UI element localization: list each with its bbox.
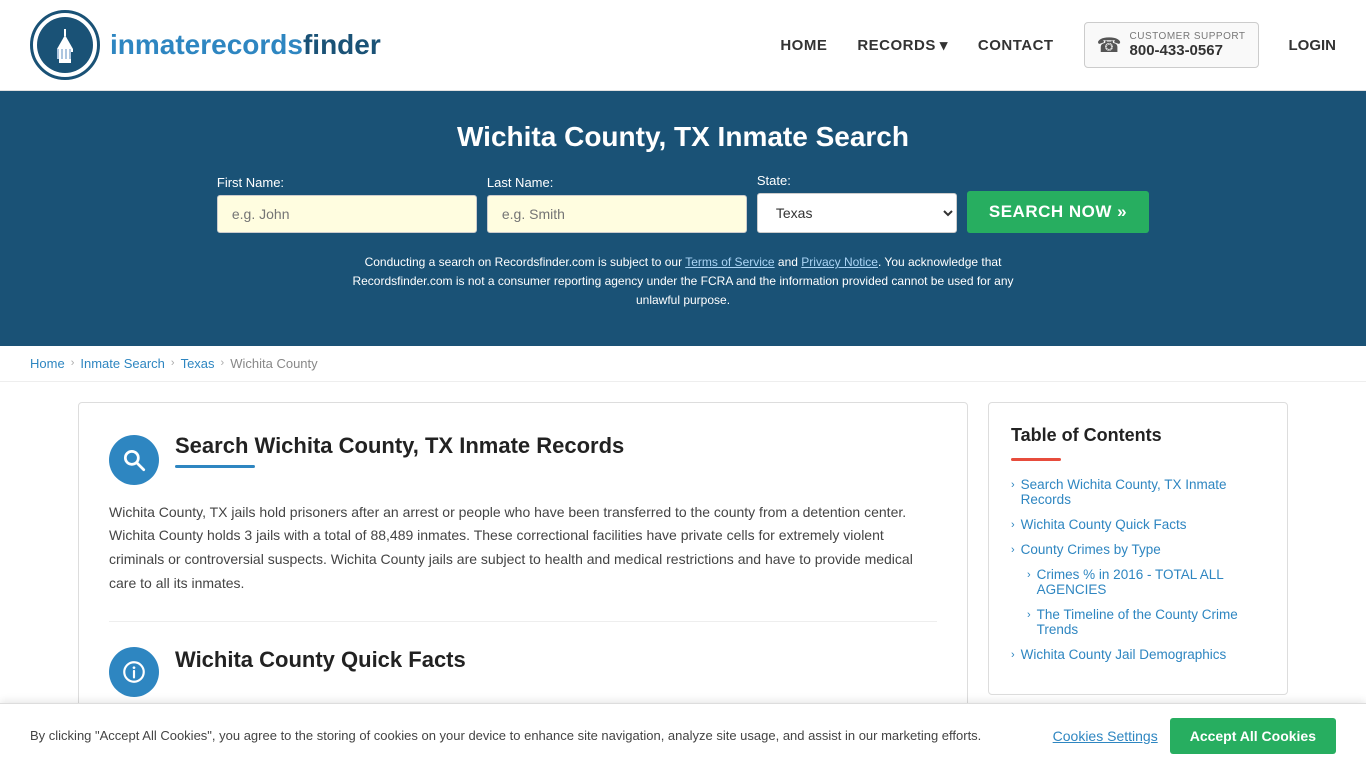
toc-item-3: › County Crimes by Type bbox=[1011, 542, 1265, 557]
breadcrumb-sep-3: › bbox=[221, 357, 225, 369]
main-nav: HOME RECORDS ▾ CONTACT ☎ CUSTOMER SUPPOR… bbox=[780, 22, 1336, 68]
state-group: State: Texas bbox=[757, 173, 957, 233]
first-name-input[interactable] bbox=[217, 195, 477, 233]
breadcrumb: Home › Inmate Search › Texas › Wichita C… bbox=[0, 346, 1366, 382]
terms-link[interactable]: Terms of Service bbox=[685, 255, 774, 269]
state-select[interactable]: Texas bbox=[757, 193, 957, 233]
state-label: State: bbox=[757, 173, 791, 188]
logo-icon bbox=[30, 10, 100, 80]
info-icon bbox=[121, 659, 147, 685]
breadcrumb-sep-2: › bbox=[171, 357, 175, 369]
section2-header: Wichita County Quick Facts bbox=[109, 647, 937, 697]
chevron-right-icon: › bbox=[1011, 479, 1015, 491]
chevron-right-icon: › bbox=[1011, 649, 1015, 661]
title-underline bbox=[175, 465, 255, 468]
toc-item-1: › Search Wichita County, TX Inmate Recor… bbox=[1011, 477, 1265, 507]
toc-title: Table of Contents bbox=[1011, 425, 1265, 446]
cookie-actions: Cookies Settings Accept All Cookies bbox=[1053, 718, 1336, 754]
right-sidebar: Table of Contents › Search Wichita Count… bbox=[988, 402, 1288, 695]
site-header: inmaterecordsfinder HOME RECORDS ▾ CONTA… bbox=[0, 0, 1366, 91]
search-form: First Name: Last Name: State: Texas SEAR… bbox=[20, 173, 1346, 233]
breadcrumb-wichita: Wichita County bbox=[230, 356, 317, 371]
last-name-label: Last Name: bbox=[487, 175, 553, 190]
chevron-right-icon: › bbox=[1027, 569, 1031, 581]
toc-link-3[interactable]: › County Crimes by Type bbox=[1011, 542, 1265, 557]
cookie-banner: By clicking "Accept All Cookies", you ag… bbox=[0, 703, 1366, 768]
breadcrumb-home[interactable]: Home bbox=[30, 356, 65, 371]
cookie-settings-button[interactable]: Cookies Settings bbox=[1053, 728, 1158, 744]
privacy-link[interactable]: Privacy Notice bbox=[801, 255, 878, 269]
breadcrumb-texas[interactable]: Texas bbox=[181, 356, 215, 371]
toc-link-4[interactable]: › Crimes % in 2016 - TOTAL ALL AGENCIES bbox=[1027, 567, 1265, 597]
hero-disclaimer: Conducting a search on Recordsfinder.com… bbox=[333, 253, 1033, 311]
support-label: CUSTOMER SUPPORT bbox=[1130, 31, 1246, 42]
last-name-input[interactable] bbox=[487, 195, 747, 233]
section2-title: Wichita County Quick Facts bbox=[175, 647, 466, 673]
section1-body: Wichita County, TX jails hold prisoners … bbox=[109, 501, 937, 596]
toc-link-6[interactable]: › Wichita County Jail Demographics bbox=[1011, 647, 1265, 662]
toc-underline bbox=[1011, 458, 1061, 461]
chevron-right-icon: › bbox=[1027, 609, 1031, 621]
first-name-group: First Name: bbox=[217, 175, 477, 233]
section1-header: Search Wichita County, TX Inmate Records bbox=[109, 433, 937, 485]
cookie-text: By clicking "Accept All Cookies", you ag… bbox=[30, 726, 1033, 746]
search-icon-circle bbox=[109, 435, 159, 485]
nav-contact[interactable]: CONTACT bbox=[978, 37, 1054, 54]
logo-text: inmaterecordsfinder bbox=[110, 29, 381, 61]
section1-title-area: Search Wichita County, TX Inmate Records bbox=[175, 433, 624, 468]
first-name-label: First Name: bbox=[217, 175, 284, 190]
toc-link-1[interactable]: › Search Wichita County, TX Inmate Recor… bbox=[1011, 477, 1265, 507]
toc-link-5[interactable]: › The Timeline of the County Crime Trend… bbox=[1027, 607, 1265, 637]
chevron-right-icon: › bbox=[1011, 544, 1015, 556]
nav-home[interactable]: HOME bbox=[780, 37, 827, 54]
toc-item-6: › Wichita County Jail Demographics bbox=[1011, 647, 1265, 662]
section-divider bbox=[109, 621, 937, 622]
section1-title: Search Wichita County, TX Inmate Records bbox=[175, 433, 624, 459]
nav-login[interactable]: LOGIN bbox=[1289, 37, 1337, 54]
customer-support-box: ☎ CUSTOMER SUPPORT 800-433-0567 bbox=[1084, 22, 1259, 68]
toc-link-2[interactable]: › Wichita County Quick Facts bbox=[1011, 517, 1265, 532]
main-content: Search Wichita County, TX Inmate Records… bbox=[48, 402, 1318, 728]
hero-section: Wichita County, TX Inmate Search First N… bbox=[0, 91, 1366, 346]
toc-list: › Search Wichita County, TX Inmate Recor… bbox=[1011, 477, 1265, 662]
quick-facts-icon-circle bbox=[109, 647, 159, 697]
search-icon bbox=[121, 447, 147, 473]
hero-title: Wichita County, TX Inmate Search bbox=[20, 121, 1346, 153]
phone-icon: ☎ bbox=[1097, 33, 1122, 58]
breadcrumb-sep-1: › bbox=[71, 357, 75, 369]
cookie-accept-button[interactable]: Accept All Cookies bbox=[1170, 718, 1336, 754]
breadcrumb-inmate-search[interactable]: Inmate Search bbox=[80, 356, 165, 371]
nav-records[interactable]: RECORDS ▾ bbox=[857, 36, 948, 54]
toc-item-2: › Wichita County Quick Facts bbox=[1011, 517, 1265, 532]
logo-area: inmaterecordsfinder bbox=[30, 10, 381, 80]
chevron-down-icon: ▾ bbox=[940, 36, 948, 54]
last-name-group: Last Name: bbox=[487, 175, 747, 233]
support-number: 800-433-0567 bbox=[1130, 42, 1246, 59]
left-content: Search Wichita County, TX Inmate Records… bbox=[78, 402, 968, 728]
chevron-right-icon: › bbox=[1011, 519, 1015, 531]
toc-item-5: › The Timeline of the County Crime Trend… bbox=[1011, 607, 1265, 637]
toc-item-4: › Crimes % in 2016 - TOTAL ALL AGENCIES bbox=[1011, 567, 1265, 597]
search-button[interactable]: SEARCH NOW » bbox=[967, 191, 1149, 233]
